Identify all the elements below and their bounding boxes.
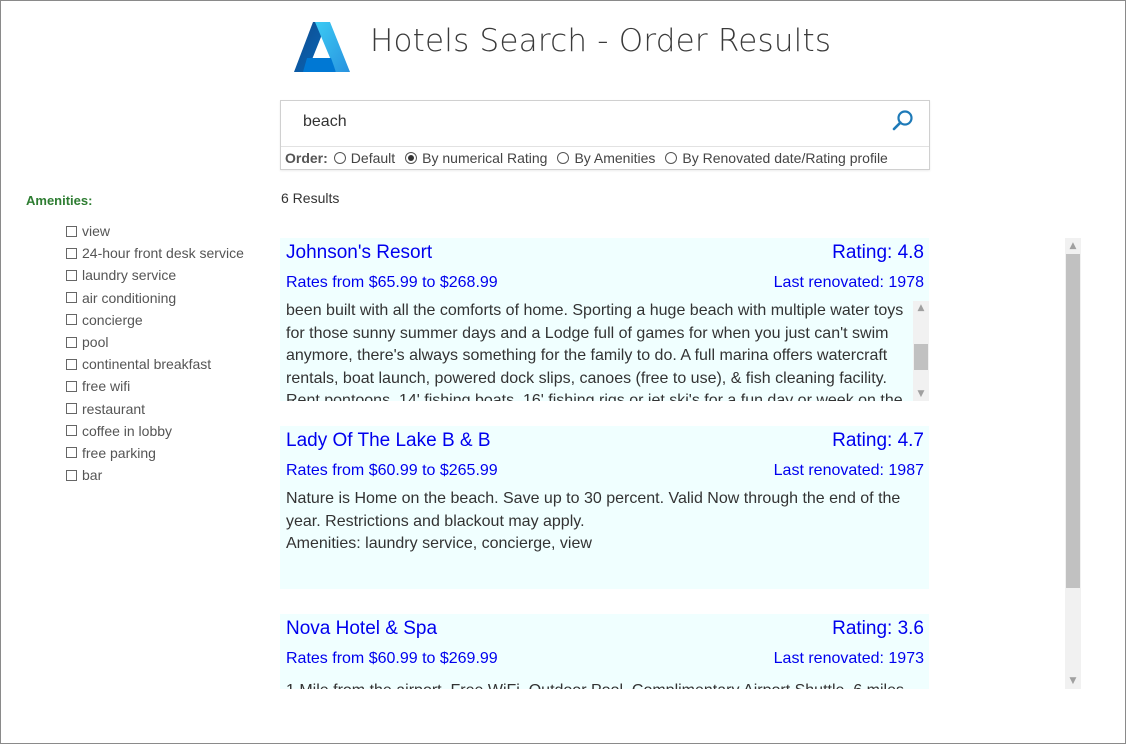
amenity-checkbox[interactable] (66, 292, 77, 304)
hotel-name-link[interactable]: Lady Of The Lake B & B (286, 430, 491, 452)
amenity-filter-list: view 24-hour front desk service laundry … (66, 220, 244, 486)
amenity-filter-item[interactable]: pool (66, 331, 244, 353)
order-option-label: By Amenities (574, 150, 656, 166)
amenity-label: bar (82, 467, 103, 484)
hotel-amenities: Amenities: laundry service, concierge, v… (286, 535, 592, 553)
results-count: 6 Results (281, 190, 340, 206)
scroll-down-icon[interactable]: ▼ (1065, 673, 1081, 689)
page-title: Hotels Search - Order Results (370, 23, 832, 59)
amenity-filter-item[interactable]: concierge (66, 309, 244, 331)
browser-frame: Hotels Search - Order Results Order: Def… (0, 0, 1126, 744)
order-option-default[interactable]: Default (333, 150, 396, 166)
amenity-filter-item[interactable]: coffee in lobby (66, 420, 244, 442)
amenity-label: free wifi (82, 378, 131, 395)
amenity-checkbox[interactable] (66, 358, 77, 370)
amenity-filter-item[interactable]: 24-hour front desk service (66, 242, 244, 264)
hotel-description: been built with all the comforts of home… (286, 302, 904, 401)
order-option-label: By numerical Rating (422, 150, 548, 166)
amenity-checkbox[interactable] (66, 269, 77, 281)
amenity-checkbox[interactable] (66, 380, 77, 392)
amenity-label: air conditioning (82, 289, 177, 306)
amenity-label: pool (82, 334, 109, 351)
amenity-filter-item[interactable]: bar (66, 464, 244, 486)
amenity-filter-item[interactable]: free parking (66, 442, 244, 464)
hotel-name-link[interactable]: Nova Hotel & Spa (286, 618, 437, 640)
amenity-filter-item[interactable]: continental breakfast (66, 353, 244, 375)
azure-logo-icon (294, 22, 350, 72)
hotel-name-link[interactable]: Johnson's Resort (286, 242, 432, 264)
amenity-filter-item[interactable]: free wifi (66, 375, 244, 397)
scroll-up-icon[interactable]: ▲ (1065, 238, 1081, 254)
hotel-card: Lady Of The Lake B & B Rating: 4.7 Rates… (280, 426, 929, 589)
amenity-label: laundry service (82, 267, 177, 284)
amenity-filter-item[interactable]: view (66, 220, 244, 242)
amenity-filter-item[interactable]: air conditioning (66, 287, 244, 309)
results-list[interactable]: Johnson's Resort Rating: 4.8 Rates from … (280, 238, 932, 689)
order-option-label: Default (350, 150, 396, 166)
amenity-checkbox[interactable] (66, 403, 77, 415)
radio-default[interactable] (333, 152, 346, 164)
amenity-label: continental breakfast (82, 356, 212, 373)
scroll-up-icon[interactable]: ▲ (913, 301, 929, 315)
hotel-renovated: Last renovated: 1978 (773, 274, 924, 291)
hotel-description: 1 Mile from the airport. Free WiFi, Outd… (286, 680, 908, 689)
amenity-checkbox[interactable] (66, 425, 77, 437)
amenity-label: restaurant (82, 400, 146, 417)
hotel-rates: Rates from $60.99 to $265.99 (286, 462, 498, 479)
order-option-renovated[interactable]: By Renovated date/Rating profile (665, 150, 888, 166)
order-option-rating[interactable]: By numerical Rating (405, 150, 547, 166)
amenity-checkbox[interactable] (66, 469, 77, 481)
hotel-rates: Rates from $65.99 to $268.99 (286, 274, 498, 291)
scrollbar-thumb[interactable] (914, 344, 928, 370)
order-label: Order: (285, 150, 328, 166)
hotel-rates: Rates from $60.99 to $269.99 (286, 650, 498, 667)
amenity-label: coffee in lobby (82, 422, 173, 439)
hotel-rating: Rating: 3.6 (832, 618, 924, 639)
hotel-renovated: Last renovated: 1987 (773, 462, 924, 479)
amenity-label: free parking (82, 444, 156, 461)
scrollbar-thumb[interactable] (1066, 254, 1080, 588)
amenity-checkbox[interactable] (66, 336, 77, 348)
description-scrollbar[interactable]: ▲ ▼ (913, 301, 929, 401)
scroll-down-icon[interactable]: ▼ (913, 387, 929, 401)
hotel-rating: Rating: 4.7 (832, 430, 924, 451)
radio-rating[interactable] (405, 152, 418, 164)
search-icon[interactable] (891, 109, 915, 133)
amenity-label: view (82, 223, 111, 240)
hotel-renovated: Last renovated: 1973 (773, 650, 924, 667)
hotel-card: Johnson's Resort Rating: 4.8 Rates from … (280, 238, 929, 401)
amenity-checkbox[interactable] (66, 247, 77, 259)
amenity-label: 24-hour front desk service (82, 245, 244, 262)
results-scrollbar[interactable]: ▲ ▼ (1065, 238, 1081, 689)
amenity-checkbox[interactable] (66, 447, 77, 459)
radio-amenities[interactable] (557, 152, 570, 164)
order-option-label: By Renovated date/Rating profile (682, 150, 888, 166)
amenity-filter-item[interactable]: laundry service (66, 264, 244, 286)
amenity-label: concierge (82, 311, 143, 328)
order-option-amenities[interactable]: By Amenities (557, 150, 655, 166)
amenities-title: Amenities: (26, 193, 93, 208)
amenity-checkbox[interactable] (66, 314, 77, 326)
radio-renovated[interactable] (665, 152, 678, 164)
order-options: Order: Default By numerical Rating By Am… (281, 146, 929, 169)
hotel-card: Nova Hotel & Spa Rating: 3.6 Rates from … (280, 614, 929, 689)
hotel-description-block: Nature is Home on the beach. Save up to … (286, 488, 908, 588)
amenity-checkbox[interactable] (66, 225, 77, 237)
hotel-description: Nature is Home on the beach. Save up to … (286, 490, 901, 530)
amenity-filter-item[interactable]: restaurant (66, 398, 244, 420)
search-box: Order: Default By numerical Rating By Am… (280, 100, 930, 170)
hotel-rating: Rating: 4.8 (832, 242, 924, 263)
search-input[interactable] (289, 107, 895, 137)
